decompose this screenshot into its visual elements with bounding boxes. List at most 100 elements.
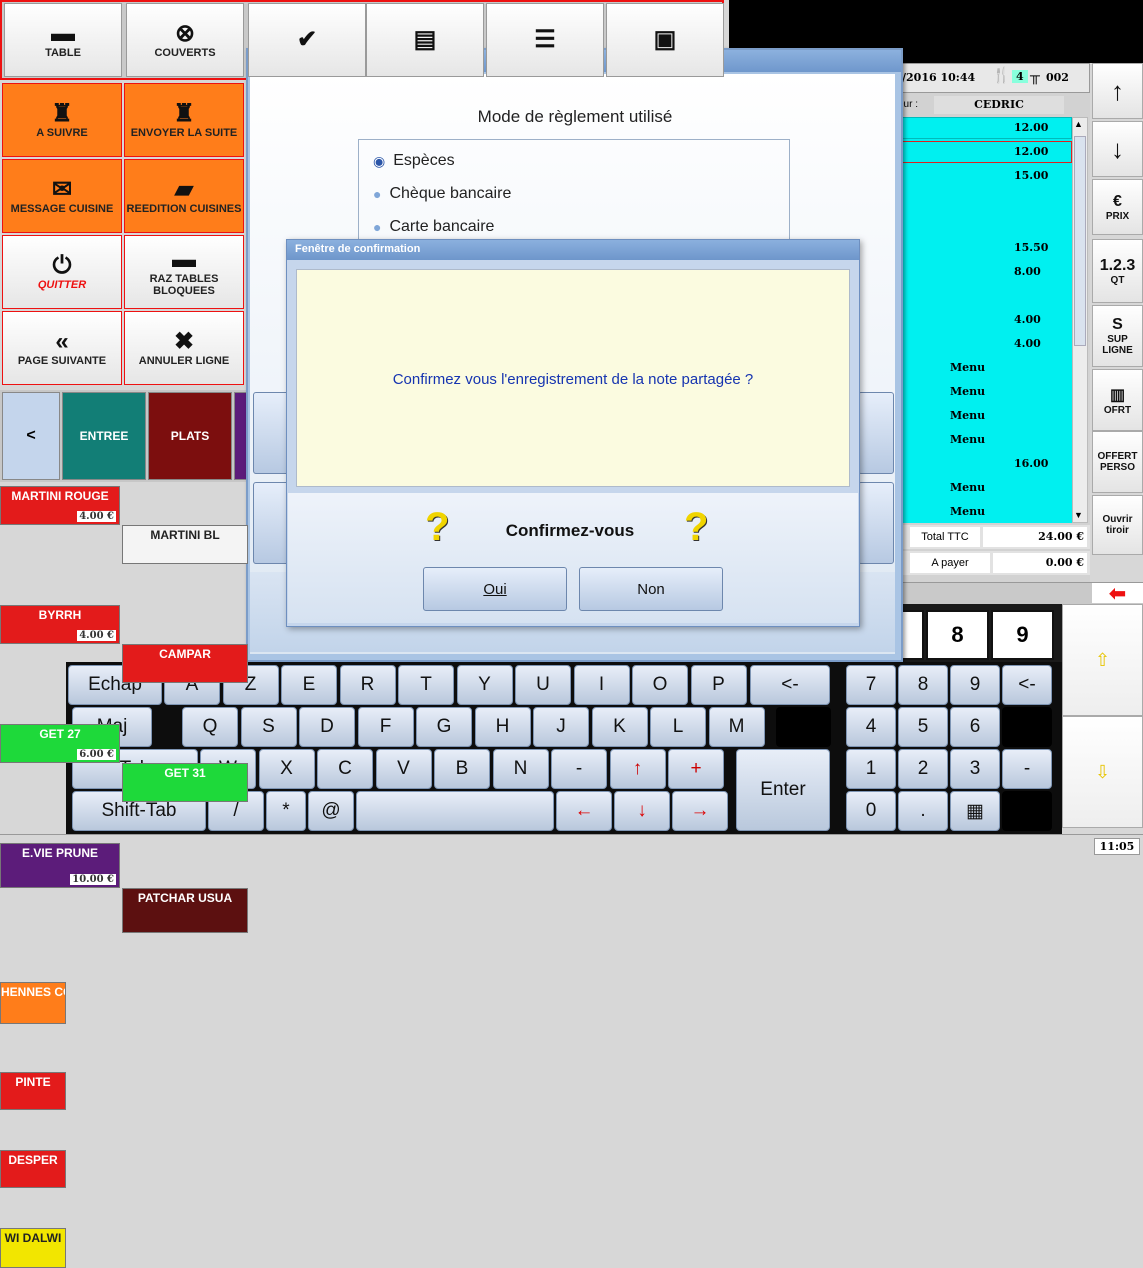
numkey-9[interactable]: 9 [950, 665, 1000, 705]
category-plats[interactable]: PLATS [148, 392, 232, 480]
key-q[interactable]: Q [182, 707, 238, 747]
product-button[interactable]: E.VIE PRUNE 10.00 € [0, 843, 120, 888]
product-button[interactable]: GET 27 6.00 € [0, 724, 120, 763]
key-g[interactable]: G [416, 707, 472, 747]
key-arrow-right[interactable]: → [672, 791, 728, 831]
ticket-scroll-thumb[interactable] [1074, 136, 1086, 346]
product-button[interactable]: MARTINI BL [122, 525, 248, 564]
product-button[interactable]: DESPER [0, 1150, 66, 1188]
right-button-ouvrir-tiroir[interactable]: Ouvrir tiroir [1092, 495, 1143, 555]
left-button-reedition-cuisines[interactable]: ▰ REEDITION CUISINES [124, 159, 244, 233]
scroll-panel-down[interactable]: ⇩ [1062, 716, 1143, 828]
ticket-line[interactable]: 12.00 [890, 121, 1072, 139]
key-f[interactable]: F [357, 707, 414, 747]
right-button-ofrt[interactable]: ▥ OFRT [1092, 369, 1143, 431]
ticket-line[interactable]: Menu [890, 505, 1072, 523]
top-button-document[interactable]: ▤ [366, 3, 484, 77]
key-c[interactable]: C [317, 749, 373, 789]
scroll-up-icon[interactable]: ▲ [1074, 119, 1083, 129]
key-arrow-up[interactable]: ↑ [609, 749, 666, 789]
ticket-line[interactable]: NMenu [890, 433, 1072, 451]
ticket-line[interactable] [890, 289, 1072, 307]
ticket-line[interactable]: 15.50 [890, 241, 1072, 259]
ticket-line[interactable]: 16.00 [890, 457, 1072, 475]
product-button[interactable]: BYRRH 4.00 € [0, 605, 120, 644]
partage-side-button-right-2[interactable] [858, 482, 894, 564]
ticket-line[interactable]: 12.00 [890, 145, 1072, 163]
key-p[interactable]: P [690, 665, 747, 705]
left-button-envoyer-la-suite[interactable]: ♜ ENVOYER LA SUITE [124, 83, 244, 157]
key-b[interactable]: B [434, 749, 490, 789]
key-backspace[interactable]: <- [750, 665, 830, 705]
numpad-key-8[interactable]: 8 [926, 610, 989, 660]
left-button-page-suivante[interactable]: «PAGE SUIVANTE [2, 311, 122, 385]
ticket-line[interactable]: Menu [890, 409, 1072, 427]
ticket-line[interactable]: 4.00 [890, 313, 1072, 331]
numkey-minus[interactable]: - [1002, 749, 1052, 789]
payment-option[interactable]: ● Carte bancaire [373, 218, 494, 236]
key-minus[interactable]: - [551, 749, 607, 789]
key-enter[interactable]: Enter [736, 749, 830, 831]
ticket-line[interactable] [890, 193, 1072, 211]
key-e[interactable]: E [281, 665, 337, 705]
left-button-annuler-ligne[interactable]: ✖ ANNULER LIGNE [124, 311, 244, 385]
category-entree[interactable]: ENTREE [62, 392, 146, 480]
ticket-line[interactable]: Menu [890, 481, 1072, 499]
key-t[interactable]: T [398, 665, 454, 705]
key-s[interactable]: S [240, 707, 297, 747]
ticket-line[interactable]: Menu [890, 385, 1072, 403]
key-d[interactable]: D [299, 707, 355, 747]
top-button-receipt[interactable]: ☰ [486, 3, 604, 77]
product-button[interactable]: PATCHAR USUA [122, 888, 248, 933]
key-at[interactable]: @ [308, 791, 354, 831]
numkey-5[interactable]: 5 [898, 707, 948, 747]
key-v[interactable]: V [375, 749, 432, 789]
key-u[interactable]: U [515, 665, 571, 705]
ticket-line[interactable] [890, 217, 1072, 235]
key-j[interactable]: J [533, 707, 589, 747]
left-button-message-cuisine[interactable]: ✉ MESSAGE CUISINE [2, 159, 122, 233]
right-button-sup-ligne[interactable]: S SUP LIGNE [1092, 305, 1143, 367]
numkey-1[interactable]: 1 [846, 749, 896, 789]
ticket-line[interactable]: 4.00 [890, 337, 1072, 355]
right-button-offert-perso[interactable]: OFFERT PERSO [1092, 431, 1143, 493]
key-y[interactable]: Y [456, 665, 513, 705]
ticket-line[interactable]: Menu [890, 361, 1072, 379]
scroll-down-icon[interactable]: ▼ [1074, 510, 1083, 520]
key-x[interactable]: X [258, 749, 315, 789]
key-space[interactable] [356, 791, 554, 831]
numkey-7[interactable]: 7 [846, 665, 896, 705]
key-arrow-down[interactable]: ↓ [614, 791, 670, 831]
key-m[interactable]: M [708, 707, 765, 747]
right-button-qt[interactable]: 1.2.3 QT [1092, 239, 1143, 303]
right-button-arrow-up[interactable]: ↑ [1092, 63, 1143, 119]
left-button-a-suivre[interactable]: ♜ A SUIVRE [2, 83, 122, 157]
top-button-cash[interactable]: ▣ [606, 3, 724, 77]
partage-side-button-left-2[interactable] [253, 482, 289, 564]
product-button[interactable]: HENNES COGNAC [0, 982, 66, 1024]
category-prev-button[interactable]: < [2, 392, 60, 480]
product-button[interactable]: WI DALWI [0, 1228, 66, 1268]
product-button[interactable]: MARTINI ROUGE 4.00 € [0, 486, 120, 525]
radio-icon[interactable]: ● [373, 186, 381, 202]
numkey-0[interactable]: 0 [846, 791, 896, 831]
partage-side-button-left-1[interactable] [253, 392, 289, 474]
right-button-prix[interactable]: € PRIX [1092, 179, 1143, 235]
numkey-dot[interactable]: . [898, 791, 948, 831]
left-button-raz-tables-bloquees[interactable]: ▬ RAZ TABLES BLOQUEES [124, 235, 244, 309]
key-n[interactable]: N [492, 749, 549, 789]
numkey-6[interactable]: 6 [950, 707, 1000, 747]
key-arrow-left[interactable]: ← [556, 791, 612, 831]
key-k[interactable]: K [591, 707, 648, 747]
top-button-check[interactable]: ✔ [248, 3, 366, 77]
radio-icon[interactable]: ● [373, 219, 381, 235]
key-plus[interactable]: + [668, 749, 724, 789]
key-o[interactable]: O [632, 665, 688, 705]
partage-side-button-right-1[interactable] [858, 392, 894, 474]
payment-option[interactable]: ◉ Espèces [373, 152, 455, 170]
numkey-4[interactable]: 4 [846, 707, 896, 747]
key-asterisk[interactable]: * [266, 791, 306, 831]
top-button-couverts[interactable]: ⊗ COUVERTS [126, 3, 244, 77]
left-button-quitter[interactable]: ⏻ QUITTER [2, 235, 122, 309]
product-button[interactable]: GET 31 [122, 763, 248, 802]
